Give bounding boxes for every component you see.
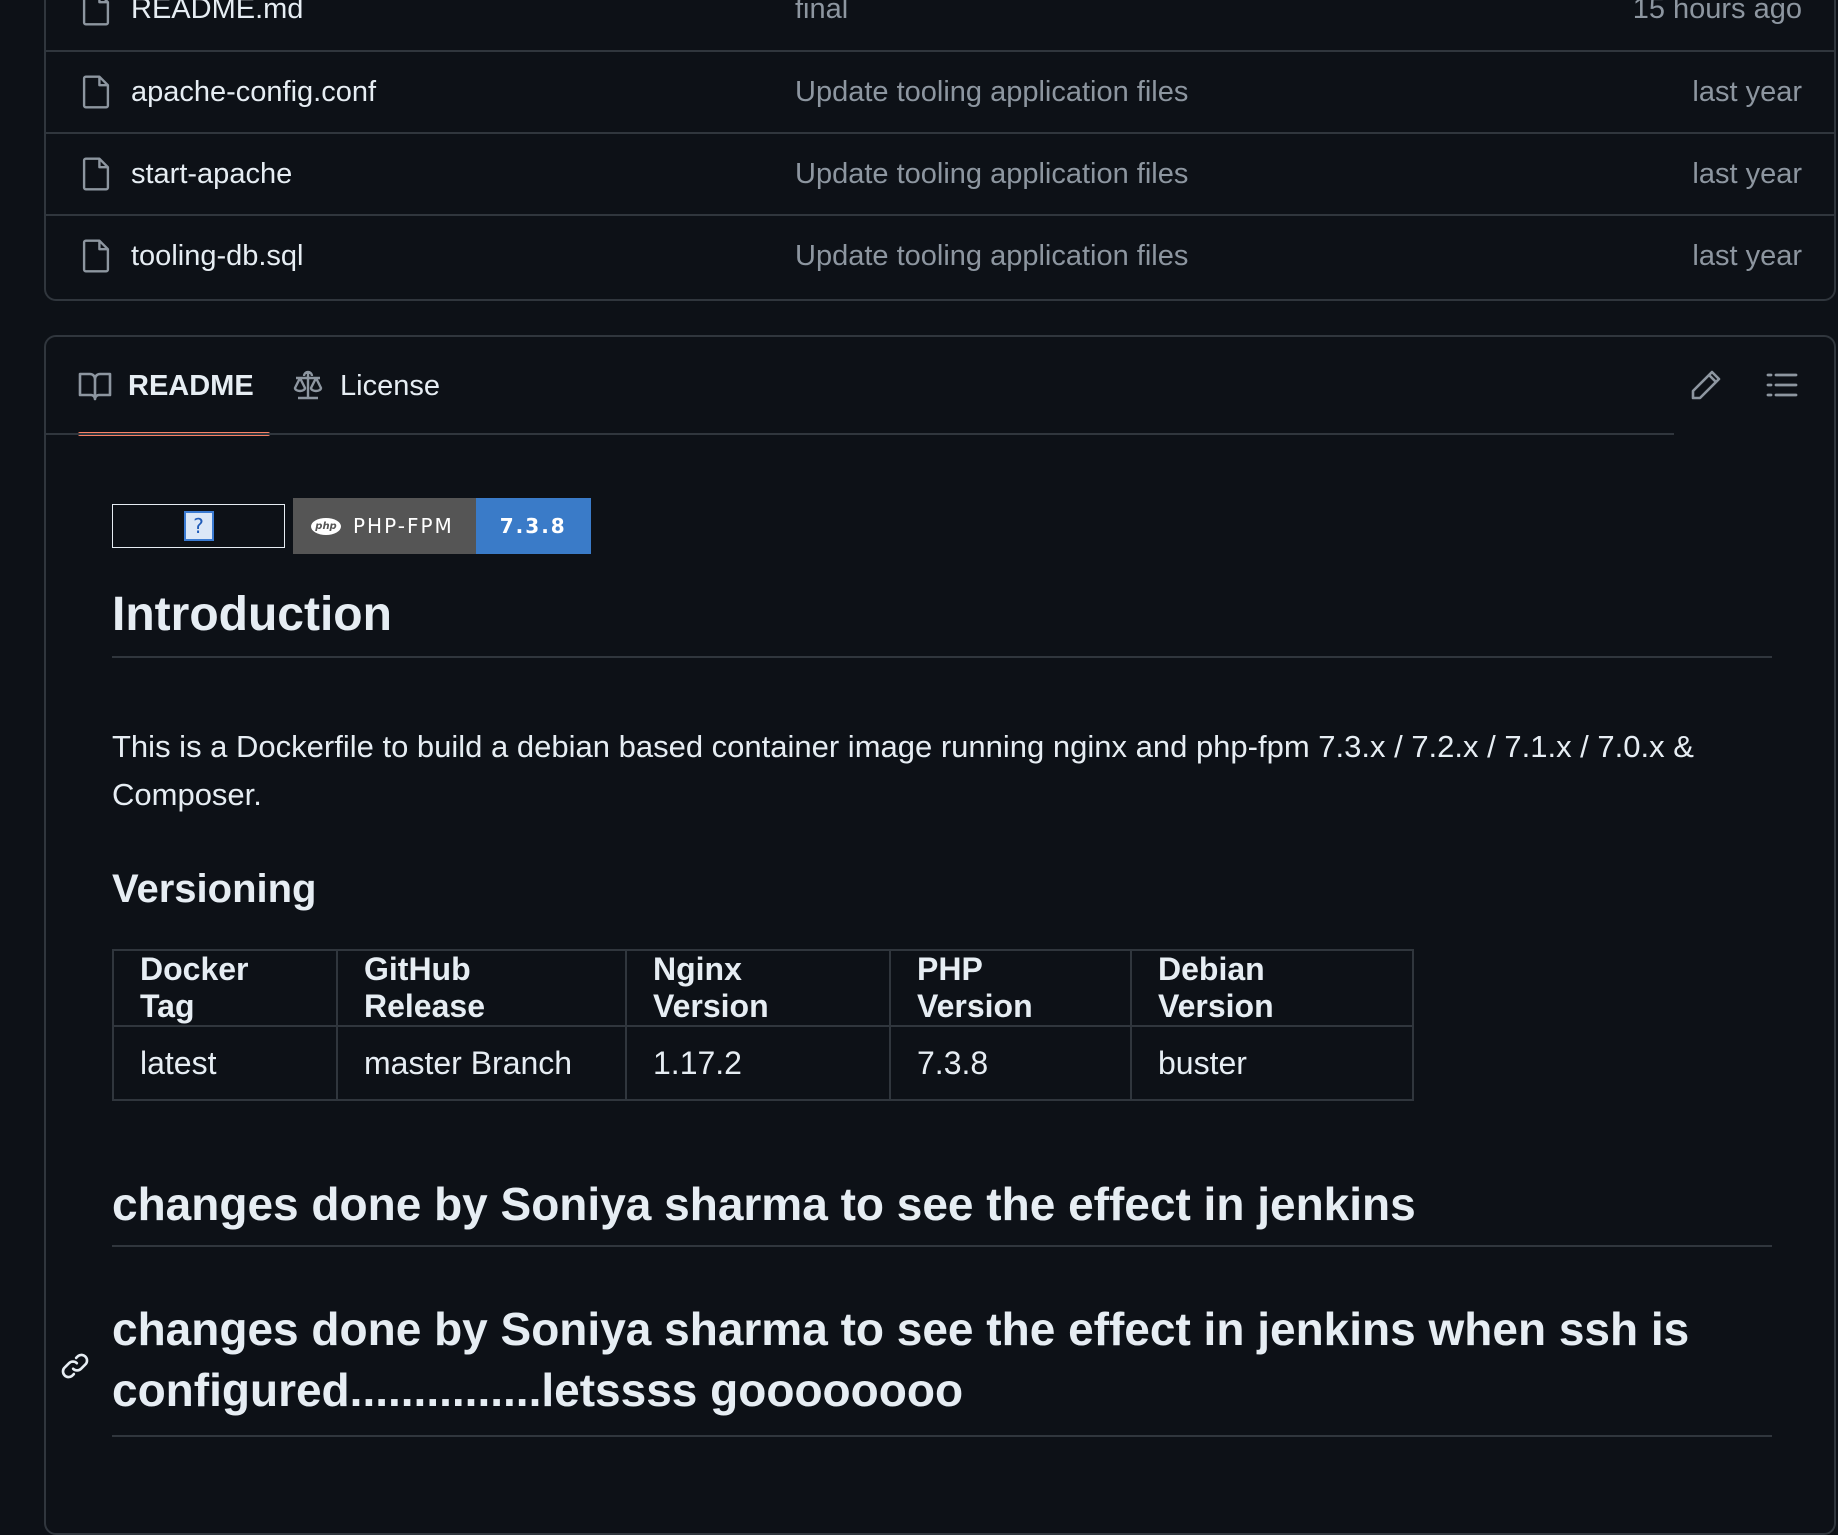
file-icon	[82, 239, 110, 273]
law-icon	[293, 370, 323, 400]
commit-message-link[interactable]: Update tooling application files	[795, 158, 1188, 191]
file-row[interactable]: README.md final 15 hours ago	[46, 0, 1834, 50]
commit-age: last year	[1692, 239, 1802, 272]
versioning-table: Docker Tag GitHub Release Nginx Version …	[112, 949, 1414, 1101]
file-name-link[interactable]: tooling-db.sql	[131, 240, 304, 273]
php-badge-version: 7.3.8	[475, 498, 591, 554]
file-icon	[82, 157, 110, 191]
tab-license-label: License	[340, 369, 440, 402]
edit-readme-button[interactable]	[1688, 367, 1724, 403]
php-version-badge[interactable]: php PHP-FPM 7.3.8	[293, 498, 591, 554]
readme-tab-bar: README License	[46, 337, 1834, 436]
table-cell: master Branch	[336, 1025, 627, 1101]
badges: ? php PHP-FPM 7.3.8	[112, 498, 591, 554]
heading-changes-jenkins: changes done by Soniya sharma to see the…	[112, 1177, 1772, 1247]
table-header: Debian Version	[1130, 949, 1414, 1027]
heading-changes-ssh-block: changes done by Soniya sharma to see the…	[61, 1299, 1772, 1437]
broken-image-badge[interactable]: ?	[112, 504, 285, 548]
commit-age: last year	[1692, 157, 1802, 190]
heading-changes-ssh: changes done by Soniya sharma to see the…	[112, 1299, 1772, 1437]
php-badge-label: php PHP-FPM	[293, 498, 476, 554]
tab-divider	[46, 433, 1674, 435]
table-header: PHP Version	[889, 949, 1132, 1027]
php-logo-icon: php	[311, 517, 341, 535]
file-row[interactable]: apache-config.conf Update tooling applic…	[46, 50, 1834, 132]
table-cell: 1.17.2	[625, 1025, 891, 1101]
commit-age: 15 hours ago	[1632, 0, 1802, 25]
commit-message-link[interactable]: Update tooling application files	[795, 240, 1188, 273]
book-icon	[78, 372, 112, 401]
file-row[interactable]: start-apache Update tooling application …	[46, 132, 1834, 214]
table-cell: 7.3.8	[889, 1025, 1132, 1101]
tab-readme-label: README	[128, 369, 254, 402]
list-icon	[1766, 373, 1798, 397]
table-header-row: Docker Tag GitHub Release Nginx Version …	[112, 949, 1414, 1027]
file-name-link[interactable]: README.md	[131, 0, 303, 26]
file-name-link[interactable]: apache-config.conf	[131, 76, 376, 109]
table-header: Nginx Version	[625, 949, 891, 1027]
heading-versioning: Versioning	[112, 867, 317, 911]
file-list: README.md final 15 hours ago apache-conf…	[44, 0, 1836, 301]
commit-age: last year	[1692, 75, 1802, 108]
file-name-link[interactable]: start-apache	[131, 158, 292, 191]
tab-readme[interactable]: README	[62, 337, 270, 436]
readme-panel: README License ? php PHP-FPM 7.3.8 Intro…	[44, 335, 1836, 1535]
file-icon	[82, 0, 110, 26]
table-cell: buster	[1130, 1025, 1414, 1101]
table-cell: latest	[112, 1025, 338, 1101]
readme-actions	[1688, 367, 1800, 403]
file-icon	[82, 75, 110, 109]
intro-paragraph: This is a Dockerfile to build a debian b…	[112, 729, 1694, 812]
table-header: Docker Tag	[112, 949, 338, 1027]
outline-button[interactable]	[1764, 367, 1800, 403]
heading-introduction: Introduction	[112, 587, 1772, 658]
tab-license[interactable]: License	[292, 337, 440, 435]
table-header: GitHub Release	[336, 949, 627, 1027]
pencil-icon	[1691, 370, 1721, 400]
commit-message-link[interactable]: Update tooling application files	[795, 76, 1188, 109]
table-row: latest master Branch 1.17.2 7.3.8 buster	[112, 1025, 1414, 1101]
php-badge-text: PHP-FPM	[353, 514, 454, 538]
commit-message-link[interactable]: final	[795, 0, 848, 26]
file-row[interactable]: tooling-db.sql Update tooling applicatio…	[46, 214, 1834, 296]
broken-image-icon: ?	[183, 511, 214, 541]
link-icon[interactable]	[60, 1351, 90, 1381]
